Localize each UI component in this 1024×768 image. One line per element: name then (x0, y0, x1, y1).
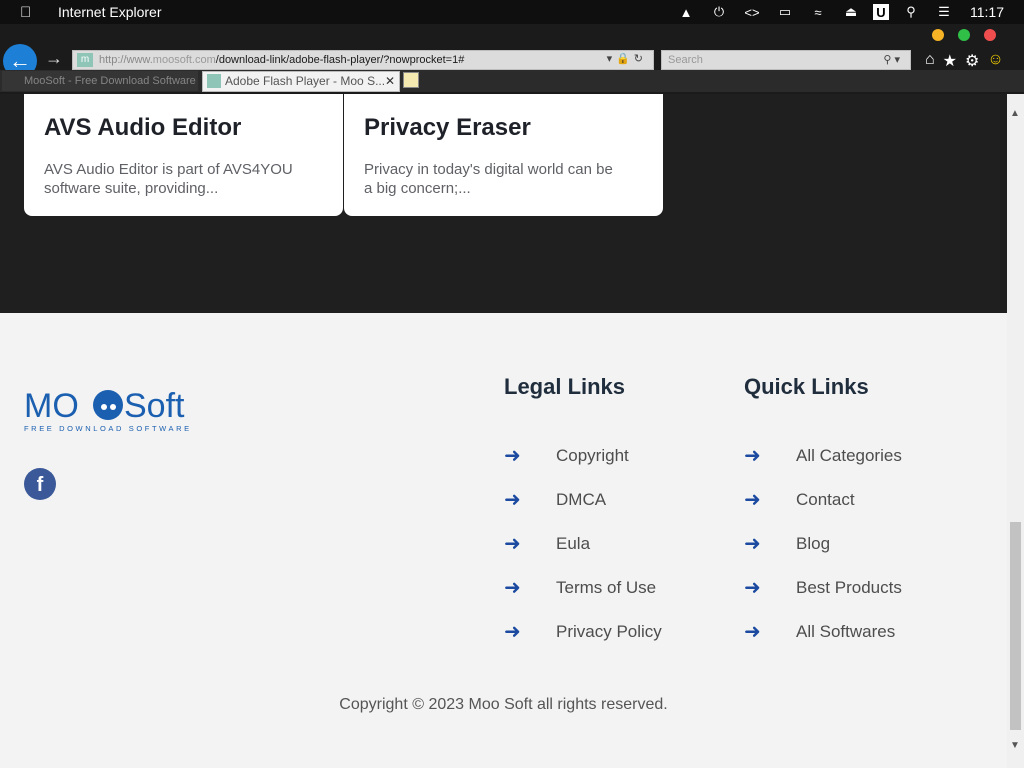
menubar-clock[interactable]: 11:17 (970, 4, 1004, 20)
wifi-off-icon[interactable]: ≈ (807, 4, 829, 20)
site-footer: MO Soft FREE DOWNLOAD SOFTWARE f Legal L… (0, 313, 1007, 768)
quick-link-all-categories[interactable]: ➜ All Categories (744, 443, 902, 468)
tab-strip: MooSoft - Free Download Software Adobe F… (0, 70, 1024, 92)
legal-link-eula[interactable]: ➜ Eula (504, 531, 590, 556)
arrow-right-icon: ➜ (504, 621, 521, 643)
browser-tools: ⌂ ★ ⚙ ☺ (925, 51, 1004, 71)
card-privacy-eraser[interactable]: Privacy Eraser Privacy in today's digita… (344, 94, 663, 216)
settings-gear-icon[interactable]: ⚙ (965, 51, 979, 71)
moosoft-logo[interactable]: MO Soft FREE DOWNLOAD SOFTWARE (24, 385, 204, 435)
tab-favicon (207, 74, 221, 88)
tab-active-title: Adobe Flash Player - Moo S... (225, 74, 386, 88)
copyright-text: Copyright © 2023 Moo Soft all rights res… (339, 696, 668, 713)
quick-link-best-products[interactable]: ➜ Best Products (744, 575, 902, 600)
arrow-right-icon: ➜ (504, 577, 521, 599)
address-domain: moosoft.com (152, 54, 216, 66)
arrow-right-icon: ➜ (744, 445, 761, 467)
tab-inactive-title: MooSoft - Free Download Software (24, 75, 196, 87)
legal-link-privacy-policy[interactable]: ➜ Privacy Policy (504, 619, 662, 644)
eject-icon[interactable]: ⏏ (840, 4, 862, 20)
spotlight-search-icon[interactable]: ⚲ (900, 4, 922, 20)
web-page: AVS Audio Editor AVS Audio Editor is par… (0, 94, 1007, 768)
code-icon[interactable]: <> (741, 4, 763, 20)
svg-text:MO: MO (24, 387, 79, 425)
legal-link-terms-of-use[interactable]: ➜ Terms of Use (504, 575, 656, 600)
arrow-right-icon: ➜ (744, 533, 761, 555)
svg-text:FREE DOWNLOAD SOFTWARE: FREE DOWNLOAD SOFTWARE (24, 424, 192, 433)
quick-link-contact[interactable]: ➜ Contact (744, 487, 855, 512)
tab-active[interactable]: Adobe Flash Player - Moo S... ✕ (202, 71, 400, 92)
scroll-up-icon[interactable]: ▲ (1010, 108, 1020, 119)
power-icon[interactable]: ⏻ (708, 4, 730, 20)
upload-icon[interactable]: ▲ (675, 4, 697, 20)
control-center-icon[interactable]: ☰ (933, 4, 955, 20)
legal-link-copyright[interactable]: ➜ Copyright (504, 443, 629, 468)
new-tab-button[interactable] (403, 72, 419, 88)
software-cards-section: AVS Audio Editor AVS Audio Editor is par… (0, 94, 1007, 313)
minimize-button[interactable] (932, 29, 944, 41)
scroll-down-icon[interactable]: ▼ (1010, 740, 1020, 751)
forward-button[interactable]: → (45, 48, 63, 69)
u-icon[interactable]: U (873, 4, 889, 20)
address-controls[interactable]: ▾🔒↻ (607, 52, 647, 65)
vertical-scrollbar[interactable]: ▲ ▼ (1007, 94, 1024, 768)
card-title[interactable]: Privacy Eraser (364, 114, 643, 142)
card-avs-audio-editor[interactable]: AVS Audio Editor AVS Audio Editor is par… (24, 94, 343, 216)
legal-link-dmca[interactable]: ➜ DMCA (504, 487, 606, 512)
quick-link-all-softwares[interactable]: ➜ All Softwares (744, 619, 895, 644)
card-description: AVS Audio Editor is part of AVS4YOU soft… (44, 161, 293, 197)
search-placeholder: Search (668, 54, 703, 66)
quick-link-blog[interactable]: ➜ Blog (744, 531, 830, 556)
tab-close-icon[interactable]: ✕ (385, 72, 395, 91)
home-icon[interactable]: ⌂ (925, 51, 935, 71)
menubar-status-icons: ▲ ⏻ <> ▭ ≈ ⏏ U ⚲ ☰ 11:17 (675, 0, 1024, 24)
mac-menubar:  Internet Explorer ▲ ⏻ <> ▭ ≈ ⏏ U ⚲ ☰ 1… (0, 0, 1024, 24)
search-icon[interactable]: ⚲ ▾ (883, 51, 900, 69)
card-title[interactable]: AVS Audio Editor (44, 114, 323, 142)
facebook-icon[interactable]: f (24, 468, 56, 500)
smiley-feedback-icon[interactable]: ☺ (987, 51, 1003, 71)
arrow-right-icon: ➜ (504, 445, 521, 467)
arrow-right-icon: ➜ (744, 621, 761, 643)
legal-links-title: Legal Links (504, 374, 626, 399)
favorites-star-icon[interactable]: ★ (943, 51, 957, 71)
display-icon[interactable]: ▭ (774, 4, 796, 20)
address-bar[interactable]: m http://www. moosoft.com /download-link… (72, 50, 654, 70)
arrow-right-icon: ➜ (744, 489, 761, 511)
arrow-right-icon: ➜ (504, 533, 521, 555)
close-button[interactable] (984, 29, 996, 41)
site-favicon: m (77, 53, 93, 67)
arrow-right-icon: ➜ (504, 489, 521, 511)
scrollbar-thumb[interactable] (1010, 522, 1021, 730)
tab-inactive[interactable]: MooSoft - Free Download Software (2, 71, 198, 91)
quick-links-title: Quick Links (744, 374, 869, 399)
svg-text:Soft: Soft (124, 387, 185, 425)
maximize-button[interactable] (958, 29, 970, 41)
moosoft-logo-graphic: MO Soft FREE DOWNLOAD SOFTWARE (24, 387, 192, 433)
app-name[interactable]: Internet Explorer (58, 4, 162, 20)
card-description: Privacy in today's digital world can be … (364, 161, 613, 197)
arrow-right-icon: ➜ (744, 577, 761, 599)
browser-chrome: ← → m http://www. moosoft.com /download-… (0, 24, 1024, 94)
address-path: /download-link/adobe-flash-player/?nowpr… (215, 54, 465, 66)
address-prefix: http://www. (99, 54, 153, 66)
search-box[interactable]: Search ⚲ ▾ (661, 50, 911, 70)
apple-icon[interactable]:  (20, 4, 40, 21)
